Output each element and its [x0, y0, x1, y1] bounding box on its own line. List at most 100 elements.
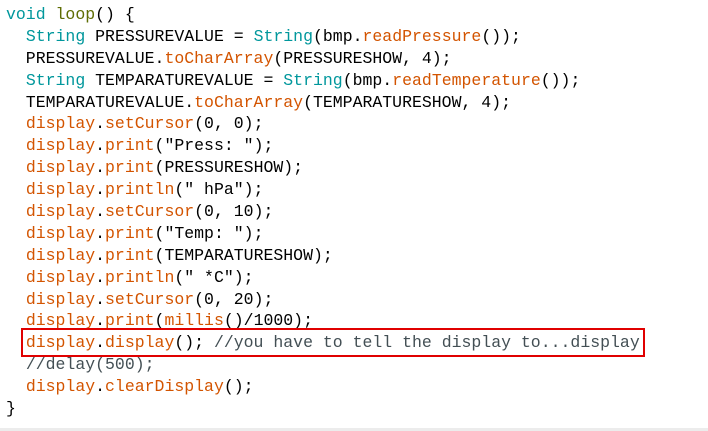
comment-token: //you have to tell the display to...disp…	[213, 333, 640, 353]
code-token: ());	[481, 26, 521, 46]
function-token: println	[105, 267, 175, 287]
function-token: display	[25, 311, 96, 331]
code-token: ()/1000);	[223, 311, 313, 331]
code-line: display.setCursor(0, 10);	[6, 201, 640, 223]
code-token: ();	[223, 377, 254, 397]
function-token: display	[25, 114, 96, 134]
keyword-token: String	[253, 26, 313, 46]
function-token: print	[105, 136, 155, 156]
code-line: display.print("Press: ");	[6, 135, 640, 157]
function-token: display	[25, 333, 96, 353]
code-token: }	[6, 399, 16, 419]
keyword-token: String	[25, 70, 86, 90]
code-token: (0, 0);	[194, 114, 264, 134]
code-token: ());	[540, 70, 581, 90]
function-token: setCursor	[105, 202, 195, 222]
code-token: .	[95, 223, 106, 243]
code-token: TEMPARATUREVALUE =	[85, 70, 284, 90]
function-token: setCursor	[105, 289, 195, 309]
function-token: display	[25, 136, 96, 156]
code-token: .	[95, 202, 106, 222]
code-editor[interactable]: void loop() { String PRESSUREVALUE = Str…	[6, 4, 645, 420]
function-token: print	[105, 223, 155, 243]
keyword-token: String	[283, 70, 343, 90]
function-token: display	[25, 158, 96, 178]
function-token: readPressure	[362, 26, 482, 46]
function-token: readTemperature	[392, 70, 541, 90]
code-line: display.clearDisplay();	[6, 376, 640, 398]
code-token: ();	[174, 333, 214, 353]
highlight-box: display.display(); //you have to tell th…	[20, 328, 645, 358]
code-line: display.println(" *C");	[6, 267, 640, 289]
function-token: setCursor	[105, 114, 195, 134]
keyword-token: void	[6, 5, 46, 24]
code-token: PRESSUREVALUE.	[6, 48, 165, 68]
function-token: toCharArray	[164, 48, 274, 68]
code-token: .	[95, 245, 106, 265]
code-line: //delay(500);	[6, 354, 640, 376]
code-token: TEMPARATUREVALUE.	[6, 92, 195, 112]
comment-token: //delay(500);	[25, 355, 155, 375]
code-line: display.print(TEMPARATURESHOW);	[6, 245, 640, 267]
keyword-token: String	[25, 26, 86, 46]
code-line: display.print(PRESSURESHOW);	[6, 157, 640, 179]
code-token: (bmp.	[312, 26, 363, 46]
code-token: PRESSUREVALUE =	[85, 26, 254, 46]
code-token: (TEMPARATURESHOW, 4);	[303, 92, 511, 112]
code-token: .	[95, 114, 106, 134]
code-token: .	[95, 377, 106, 397]
code-token: (PRESSURESHOW, 4);	[273, 48, 452, 68]
code-token: (" *C");	[174, 267, 254, 287]
function-token: print	[105, 158, 155, 178]
code-token: .	[95, 158, 106, 178]
function-token: millis	[164, 311, 224, 331]
code-token: (TEMPARATURESHOW);	[154, 245, 333, 265]
code-line: TEMPARATUREVALUE.toCharArray(TEMPARATURE…	[6, 92, 640, 114]
code-token: (" hPa");	[174, 180, 264, 200]
code-token: (0, 20);	[194, 289, 274, 309]
code-line: display.setCursor(0, 20);	[6, 289, 640, 311]
function-token: display	[25, 377, 96, 397]
code-token: (bmp.	[342, 70, 393, 90]
code-token: () {	[95, 5, 135, 24]
code-token: .	[95, 289, 106, 309]
code-token: .	[95, 180, 106, 200]
code-line: String PRESSUREVALUE = String(bmp.readPr…	[6, 26, 640, 48]
function-token: display	[105, 333, 175, 353]
code-line: display.setCursor(0, 0);	[6, 113, 640, 135]
function-token: print	[105, 245, 155, 265]
code-token: .	[95, 267, 106, 287]
code-token: .	[95, 333, 106, 353]
code-token: .	[95, 311, 106, 331]
function-token: clearDisplay	[105, 377, 224, 397]
code-token: .	[95, 136, 106, 156]
function-name-token: loop	[55, 5, 96, 24]
function-token: display	[25, 289, 96, 309]
code-line: void loop() {	[6, 4, 640, 26]
function-token: display	[25, 223, 96, 243]
function-token: display	[25, 202, 96, 222]
function-token: display	[25, 245, 96, 265]
code-line: }	[6, 398, 640, 420]
function-token: display	[25, 180, 96, 200]
code-line: display.println(" hPa");	[6, 179, 640, 201]
function-token: print	[105, 311, 155, 331]
code-token: ("Press: ");	[154, 136, 274, 156]
code-line: display.print("Temp: ");	[6, 223, 640, 245]
highlighted-code-line: display.display(); //you have to tell th…	[6, 328, 645, 358]
function-token: println	[105, 180, 175, 200]
function-token: toCharArray	[194, 92, 304, 112]
function-token: display	[25, 267, 96, 287]
